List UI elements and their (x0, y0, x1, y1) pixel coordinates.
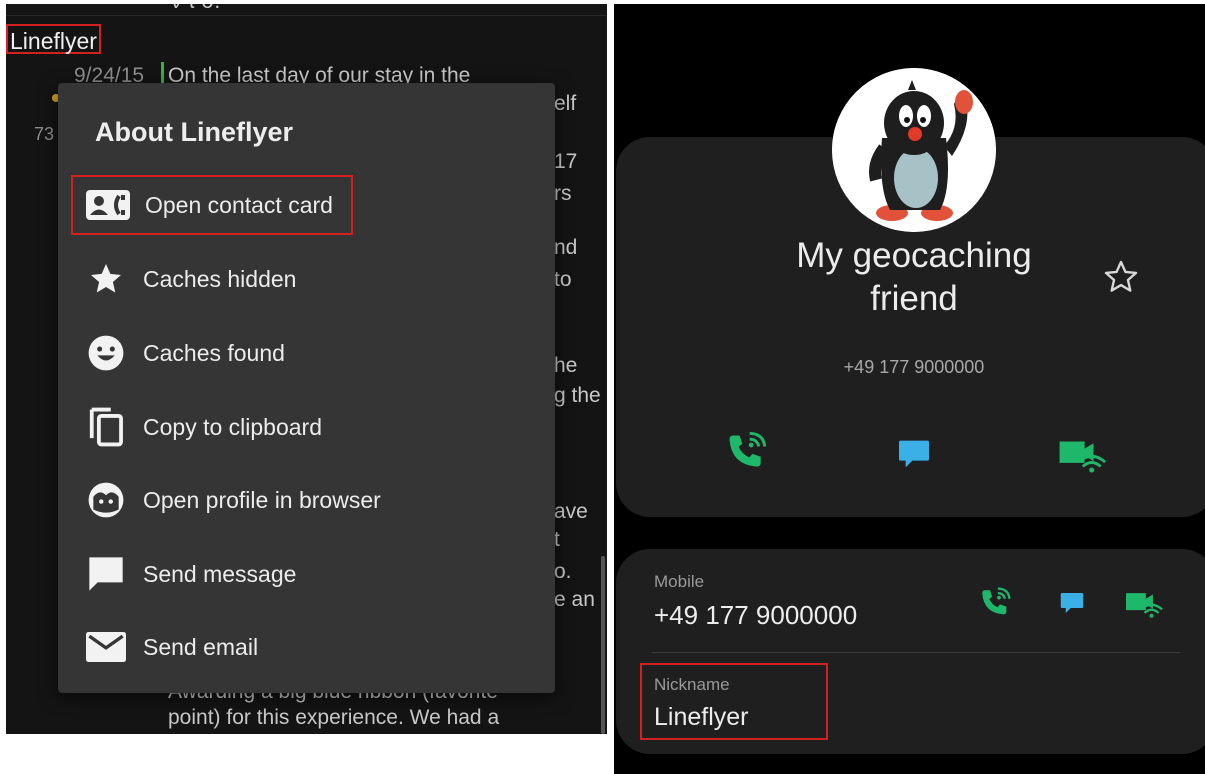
nickname-label: Nickname (654, 675, 730, 694)
favorite-star-icon[interactable] (1102, 258, 1140, 296)
menu-item-send-message[interactable]: Send message (71, 544, 541, 604)
menu-item-label: Open contact card (145, 191, 333, 218)
menu-item-label: Send message (143, 560, 297, 587)
nickname-value[interactable]: Lineflyer (654, 703, 749, 732)
menu-item-label: Send email (143, 633, 259, 660)
message-icon (83, 551, 129, 597)
about-user-dialog: About Lineflyer Open contact card Caches… (58, 83, 555, 693)
contact-name-line: My geocaching (796, 236, 1032, 275)
log-count: 73 (34, 124, 55, 144)
scrollbar[interactable] (601, 556, 605, 734)
mobile-label: Mobile (654, 572, 705, 591)
star-icon (83, 256, 129, 302)
face-icon (83, 477, 129, 523)
message-bubble-icon[interactable] (1055, 586, 1089, 620)
menu-item-label: Open profile in browser (143, 486, 381, 513)
menu-item-send-email[interactable]: Send email (71, 617, 541, 677)
menu-item-label: Caches hidden (143, 265, 297, 292)
mole-toy-image (832, 68, 996, 232)
log-text-fragment: e an (554, 588, 595, 611)
menu-item-caches-hidden[interactable]: Caches hidden (71, 249, 541, 309)
log-text-fragment: he (554, 354, 578, 377)
contact-display-name: My geocaching friend (764, 234, 1064, 320)
wifi-video-call-icon[interactable] (1122, 584, 1164, 622)
wifi-call-icon[interactable] (976, 584, 1014, 622)
log-text-fragment: elf (554, 92, 577, 115)
mobile-number[interactable]: +49 177 9000000 (654, 600, 857, 631)
contact-screen: My geocaching friend +49 177 9000000 Mob… (614, 4, 1205, 774)
log-screen: ν τ σ. Lineflyer 9/24/15 On the last day… (6, 4, 607, 734)
log-text-fragment: ave (554, 500, 588, 523)
contact-name-line: friend (870, 279, 958, 318)
message-bubble-icon[interactable] (892, 432, 936, 476)
menu-item-open-contact-card[interactable]: Open contact card (71, 175, 353, 235)
log-author-name[interactable]: Lineflyer (6, 24, 101, 54)
contact-card-icon (85, 182, 131, 228)
dialog-title: About Lineflyer (95, 117, 294, 147)
wifi-video-call-icon[interactable] (1054, 430, 1108, 478)
copy-icon (83, 404, 129, 450)
email-icon (83, 624, 129, 670)
log-text-line: point) for this experience. We had a (168, 706, 500, 729)
log-text-fragment: g the (554, 384, 601, 407)
smiley-icon (83, 330, 129, 376)
menu-item-label: Copy to clipboard (143, 413, 322, 440)
menu-item-copy-to-clipboard[interactable]: Copy to clipboard (71, 397, 541, 457)
wifi-call-icon[interactable] (722, 428, 770, 476)
divider (6, 15, 607, 16)
log-text-fragment: 17 (554, 150, 578, 173)
menu-item-open-profile-in-browser[interactable]: Open profile in browser (71, 470, 541, 530)
details-divider (652, 652, 1180, 653)
log-text-fragment: nd (554, 236, 578, 259)
log-text-fragment: to (554, 268, 572, 291)
log-text-fragment: ν τ σ. (171, 4, 220, 14)
contact-avatar[interactable] (832, 68, 996, 232)
menu-item-label: Caches found (143, 339, 285, 366)
log-text-fragment: rs (554, 182, 572, 205)
log-text-fragment: o. (554, 560, 572, 583)
contact-phone-number: +49 177 9000000 (843, 357, 985, 377)
menu-item-caches-found[interactable]: Caches found (71, 323, 541, 383)
